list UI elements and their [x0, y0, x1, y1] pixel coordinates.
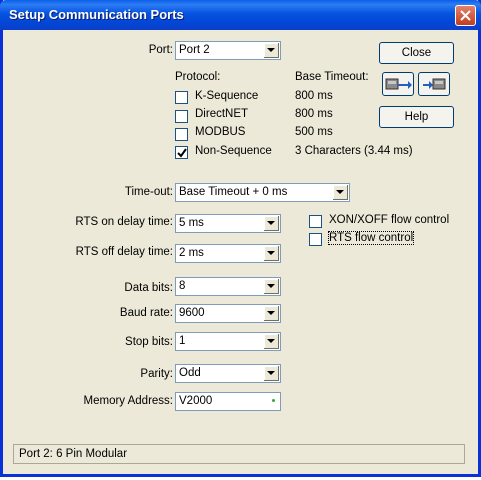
data-bits-label: Data bits:	[124, 282, 173, 294]
directnet-timeout: 800 ms	[295, 108, 333, 120]
memory-address-label: Memory Address:	[83, 395, 173, 407]
stop-bits-select[interactable]: 1	[175, 332, 281, 351]
rts-off-select[interactable]: 2 ms	[175, 244, 281, 263]
rts-on-value: 5 ms	[179, 217, 204, 229]
directnet-label: DirectNET	[195, 108, 249, 120]
k-sequence-label: K-Sequence	[195, 90, 259, 102]
setup-communication-ports-dialog: Setup Communication Ports Port: Port 2 C…	[0, 0, 481, 477]
window-title: Setup Communication Ports	[9, 7, 184, 22]
parity-label: Parity:	[140, 368, 173, 380]
timeout-label: Time-out:	[124, 186, 173, 198]
data-bits-select[interactable]: 8	[175, 277, 281, 296]
download-from-plc-icon	[423, 78, 446, 90]
modbus-label: MODBUS	[195, 126, 246, 138]
rts-flow-label: RTS flow control	[327, 231, 415, 245]
k-sequence-timeout: 800 ms	[295, 90, 333, 102]
rts-flow-checkbox[interactable]	[309, 233, 322, 246]
rts-off-label: RTS off delay time:	[75, 246, 173, 258]
chevron-down-icon[interactable]	[263, 279, 279, 294]
protocol-header: Protocol:	[175, 71, 221, 83]
stop-bits-value: 1	[179, 335, 186, 347]
status-text: Port 2: 6 Pin Modular	[19, 448, 128, 460]
rts-on-label: RTS on delay time:	[75, 216, 173, 228]
non-sequence-label: Non-Sequence	[195, 145, 272, 157]
parity-select[interactable]: Odd	[175, 364, 281, 383]
help-button[interactable]: Help	[379, 106, 454, 128]
stop-bits-label: Stop bits:	[125, 336, 173, 348]
upload-button[interactable]	[382, 72, 414, 96]
data-bits-value: 8	[179, 280, 186, 292]
chevron-down-icon[interactable]	[263, 246, 279, 261]
modbus-timeout: 500 ms	[295, 126, 333, 138]
non-sequence-timeout: 3 Characters (3.44 ms)	[295, 145, 413, 157]
timeout-select[interactable]: Base Timeout + 0 ms	[175, 183, 350, 202]
parity-value: Odd	[179, 367, 201, 379]
close-window-button[interactable]	[455, 5, 476, 26]
chevron-down-icon[interactable]	[263, 306, 279, 321]
baud-rate-select[interactable]: 9600	[175, 304, 281, 323]
chevron-down-icon[interactable]	[263, 43, 279, 58]
port-label: Port:	[148, 44, 173, 56]
memory-address-input[interactable]: V2000	[175, 392, 281, 411]
checkmark-icon	[177, 148, 187, 158]
close-button[interactable]: Close	[379, 42, 454, 64]
memory-address-value: V2000	[179, 395, 213, 407]
chevron-down-icon[interactable]	[332, 185, 348, 200]
close-icon	[460, 10, 471, 21]
rts-off-value: 2 ms	[179, 247, 204, 259]
status-dot-icon	[272, 399, 275, 402]
chevron-down-icon[interactable]	[263, 366, 279, 381]
port-select[interactable]: Port 2	[175, 41, 281, 60]
timeout-value: Base Timeout + 0 ms	[179, 186, 288, 198]
xon-xoff-checkbox[interactable]	[309, 215, 322, 228]
modbus-checkbox[interactable]	[175, 128, 188, 141]
download-button[interactable]	[418, 72, 450, 96]
xon-xoff-label: XON/XOFF flow control	[329, 214, 450, 226]
chevron-down-icon[interactable]	[263, 216, 279, 231]
chevron-down-icon[interactable]	[263, 334, 279, 349]
title-bar[interactable]: Setup Communication Ports	[0, 0, 481, 30]
baud-rate-value: 9600	[179, 307, 205, 319]
status-bar: Port 2: 6 Pin Modular	[13, 444, 465, 464]
directnet-checkbox[interactable]	[175, 110, 188, 123]
upload-to-plc-icon	[385, 78, 412, 90]
baud-rate-label: Baud rate:	[119, 307, 173, 319]
k-sequence-checkbox[interactable]	[175, 91, 188, 104]
rts-on-select[interactable]: 5 ms	[175, 214, 281, 233]
port-value: Port 2	[179, 44, 210, 56]
non-sequence-checkbox[interactable]	[175, 146, 188, 159]
base-timeout-header: Base Timeout:	[295, 71, 369, 83]
